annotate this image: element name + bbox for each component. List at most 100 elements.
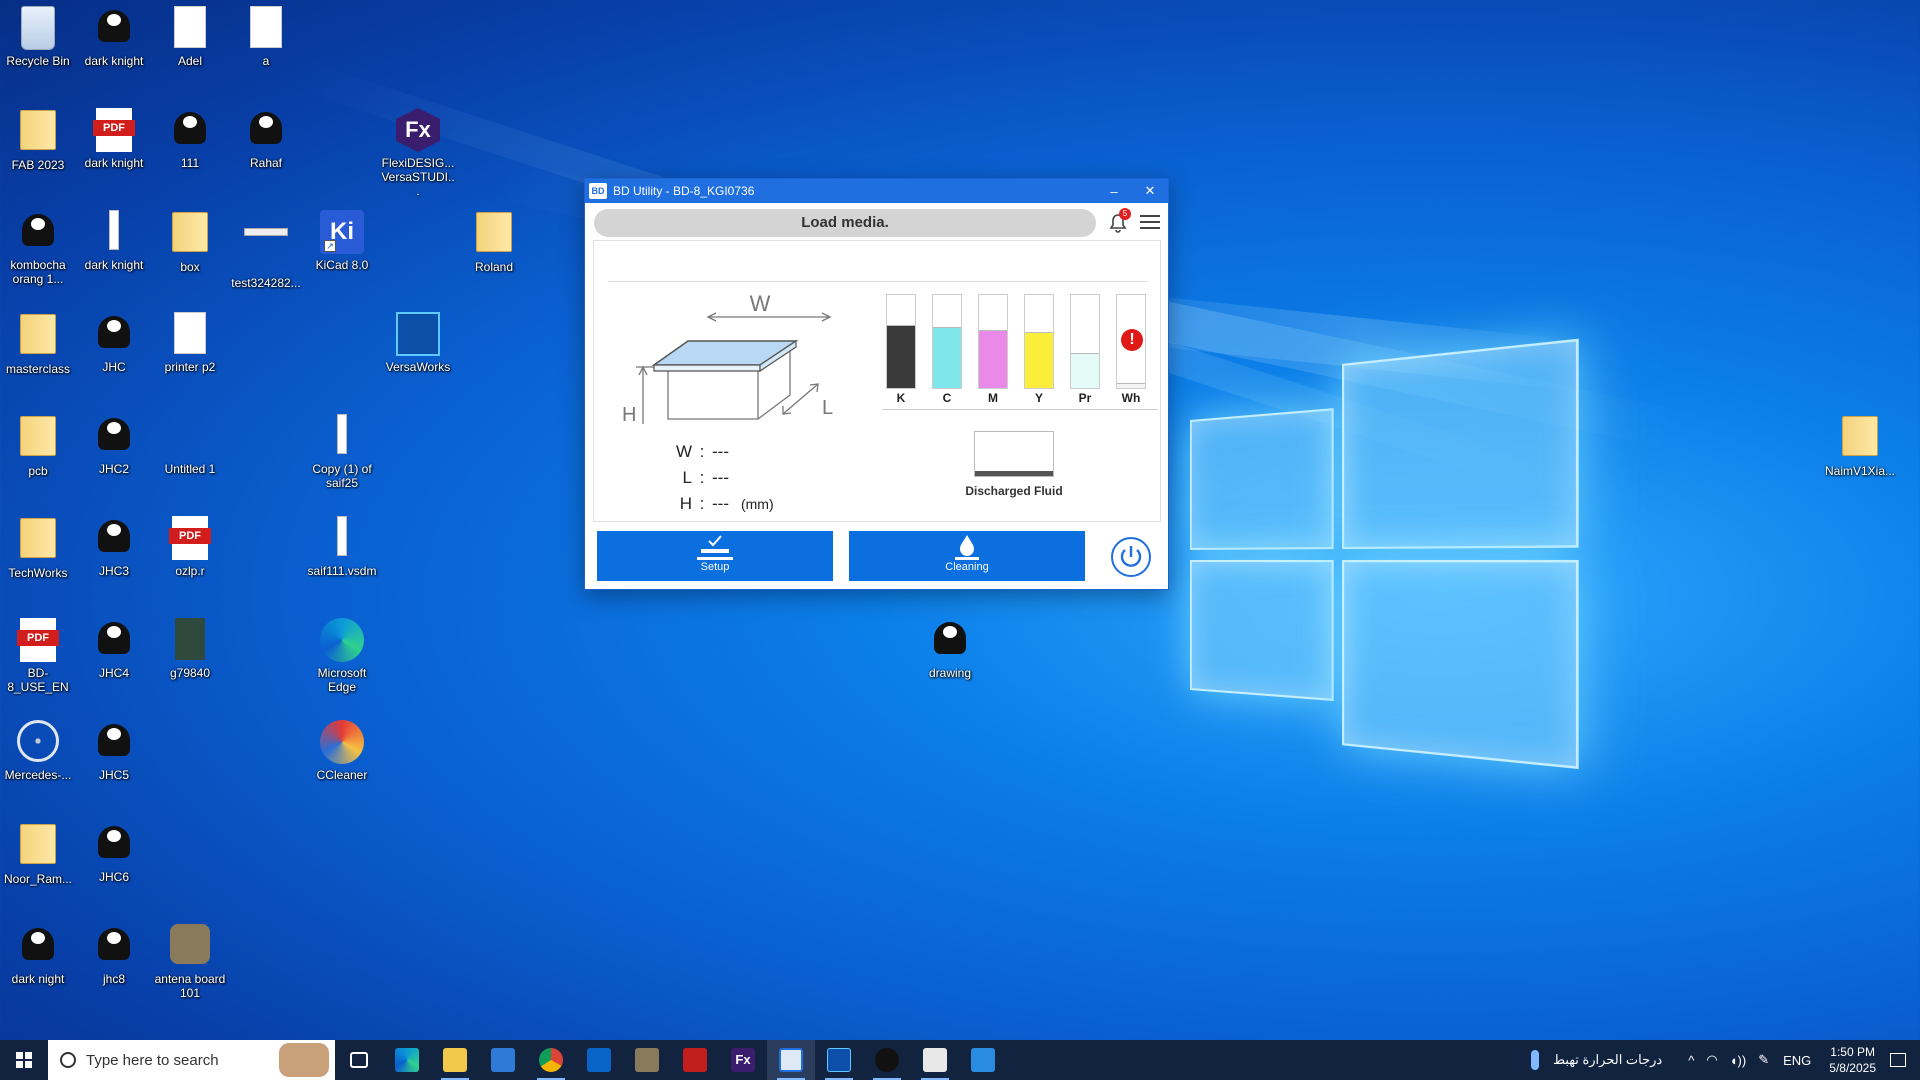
flexi-icon: Fx — [731, 1048, 755, 1072]
desktop-icon-roland[interactable]: Roland — [456, 210, 532, 274]
minimize-button[interactable]: – — [1096, 184, 1132, 199]
desktop-icon-jhc3[interactable]: JHC3 — [76, 516, 152, 578]
power-button[interactable] — [1111, 537, 1151, 577]
desktop-icon-flexidesign[interactable]: Fx FlexiDESIG... VersaSTUDI... — [380, 108, 456, 198]
close-button[interactable]: ✕ — [1132, 183, 1168, 199]
desktop-icon-dark-knight[interactable]: dark knight — [76, 6, 152, 68]
notifications-button[interactable]: 5 — [1107, 208, 1131, 234]
desktop-icon-jhc4[interactable]: JHC4 — [76, 618, 152, 680]
width-row: W: --- — [676, 439, 774, 465]
action-center-icon[interactable] — [1890, 1053, 1906, 1067]
desktop-icon-mercedes[interactable]: Mercedes-... — [0, 720, 76, 782]
taskbar-app-1[interactable] — [623, 1040, 671, 1080]
weather-widget[interactable]: درجات الحرارة تهبط — [1530, 1050, 1662, 1070]
desktop-icon-edge[interactable]: Microsoft Edge — [304, 618, 380, 694]
pdf-icon: PDF — [169, 516, 211, 560]
pen-icon[interactable]: ✎ — [1758, 1052, 1769, 1068]
desktop-icon-jhc2[interactable]: JHC2 — [76, 414, 152, 476]
ink-tank-y: Y — [1024, 294, 1054, 405]
desktop-icon-fab-2023[interactable]: FAB 2023 — [0, 108, 76, 172]
desktop-icon-dark-night[interactable]: dark night — [0, 924, 76, 986]
network-icon[interactable]: ◠ — [1706, 1052, 1717, 1068]
taskbar-file-explorer[interactable] — [431, 1040, 479, 1080]
bd-utility-window[interactable]: BD BD Utility - BD-8_KGI0736 – ✕ Load me… — [584, 178, 1169, 590]
desktop-icon-test324282[interactable]: test324282... — [228, 210, 304, 290]
ink-levels: K C M Y Pr! Wh — [886, 294, 1162, 405]
inkscape-icon — [92, 414, 136, 458]
ink-tube — [1024, 294, 1054, 389]
setup-button[interactable]: Setup — [597, 531, 833, 581]
hamburger-menu-button[interactable] — [1140, 215, 1160, 231]
desktop-icon-naimv1xia[interactable]: NaimV1Xia... — [1822, 414, 1898, 478]
folder-icon — [476, 212, 512, 252]
desktop-icon-jhc[interactable]: JHC — [76, 312, 152, 374]
desktop-icon-111[interactable]: 111 — [152, 108, 228, 170]
clock[interactable]: 1:50 PM 5/8/2025 — [1829, 1044, 1876, 1076]
desktop-icon-copy-saif25[interactable]: Copy (1) of saif25 — [304, 414, 380, 490]
desktop-icon-ccleaner[interactable]: CCleaner — [304, 720, 380, 782]
language-indicator[interactable]: ENG — [1783, 1053, 1811, 1068]
taskbar-app-2[interactable] — [911, 1040, 959, 1080]
ink-tank-c: C — [932, 294, 962, 405]
cleaning-button[interactable]: Cleaning — [849, 531, 1085, 581]
desktop-icon-dark-knight-2[interactable]: dark knight — [76, 210, 152, 272]
desktop-icon-jhc6[interactable]: JHC6 — [76, 822, 152, 884]
desktop-icon-jhc5[interactable]: JHC5 — [76, 720, 152, 782]
taskbar-edge[interactable] — [383, 1040, 431, 1080]
ink-label: Y — [1034, 391, 1043, 405]
tray-overflow-chevron-icon[interactable]: ^ — [1688, 1053, 1694, 1068]
desktop-icon-kombocha[interactable]: kombocha orang 1... — [0, 210, 76, 286]
taskbar-inkscape[interactable] — [863, 1040, 911, 1080]
taskbar-roland[interactable] — [671, 1040, 719, 1080]
taskbar: Type here to search Fx درجات الحرارة تهب… — [0, 1040, 1920, 1080]
versaworks-icon — [396, 312, 440, 356]
divider — [608, 281, 1148, 282]
desktop-icon-antena-board[interactable]: antena board 101 — [152, 924, 228, 1000]
desktop-icon-recycle-bin[interactable]: Recycle Bin — [0, 6, 76, 68]
taskbar-versaworks[interactable] — [815, 1040, 863, 1080]
desktop-icon-box[interactable]: box — [152, 210, 228, 274]
search-box[interactable]: Type here to search — [48, 1040, 335, 1080]
desktop-icon-bd8-use-en[interactable]: PDF BD-8_USE_EN — [0, 618, 76, 694]
taskbar-chrome[interactable] — [527, 1040, 575, 1080]
setup-icon — [697, 535, 733, 560]
volume-icon[interactable]: ◖)) — [1730, 1053, 1747, 1068]
inkscape-icon — [92, 924, 136, 968]
search-placeholder: Type here to search — [86, 1051, 219, 1069]
inkscape-icon — [168, 108, 212, 152]
ink-level-fill — [1025, 332, 1053, 388]
desktop-icon-a[interactable]: a — [228, 6, 304, 68]
pdf-icon: PDF — [17, 618, 59, 662]
desktop-icon-masterclass[interactable]: masterclass — [0, 312, 76, 376]
taskbar-store[interactable] — [479, 1040, 527, 1080]
inkscape-icon — [92, 6, 136, 50]
media-dimensions: W: --- L: --- H: --- (mm) — [676, 439, 774, 517]
desktop-icon-g79840[interactable]: g79840 — [152, 618, 228, 680]
desktop-icon-printer-p2[interactable]: printer p2 — [152, 312, 228, 374]
desktop-icon-ozlp[interactable]: PDF ozlp.r — [152, 516, 228, 578]
taskbar-photos[interactable] — [959, 1040, 1007, 1080]
folder-icon — [1842, 416, 1878, 456]
title-bar[interactable]: BD BD Utility - BD-8_KGI0736 – ✕ — [585, 179, 1168, 203]
taskbar-outlook[interactable] — [575, 1040, 623, 1080]
taskbar-bd-utility[interactable] — [767, 1040, 815, 1080]
desktop-icon-techworks[interactable]: TechWorks — [0, 516, 76, 580]
ink-level-fill — [979, 330, 1007, 388]
ink-label: K — [896, 391, 906, 405]
desktop-icon-jhc8[interactable]: jhc8 — [76, 924, 152, 986]
task-view-button[interactable] — [335, 1040, 383, 1080]
desktop-icon-rahaf[interactable]: Rahaf — [228, 108, 304, 170]
desktop-icon-untitled-1[interactable]: Untitled 1 — [152, 414, 228, 476]
desktop-icon-dark-knight-pdf[interactable]: PDF dark knight — [76, 108, 152, 170]
desktop-icon-kicad[interactable]: Ki ↗ KiCad 8.0 — [304, 210, 380, 272]
desktop-icon-pcb[interactable]: pcb — [0, 414, 76, 478]
taskbar-flexi[interactable]: Fx — [719, 1040, 767, 1080]
desktop-icon-versaworks[interactable]: VersaWorks — [380, 312, 456, 374]
document-icon — [174, 6, 206, 48]
desktop-icon-saif111[interactable]: saif111.vsdm — [304, 516, 380, 578]
desktop-icon-drawing[interactable]: drawing — [912, 618, 988, 680]
desktop-icon-noor-ram[interactable]: Noor_Ram... — [0, 822, 76, 886]
desktop-icon-adel[interactable]: Adel — [152, 6, 228, 68]
inkscape-icon — [92, 822, 136, 866]
start-button[interactable] — [0, 1040, 48, 1080]
